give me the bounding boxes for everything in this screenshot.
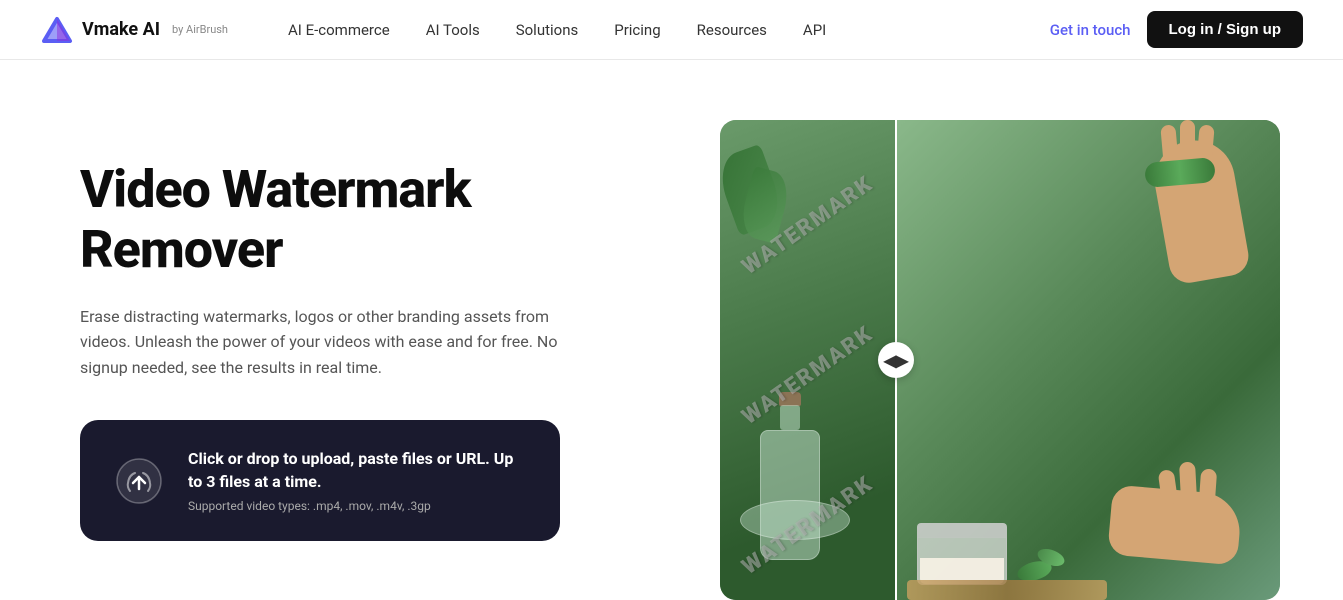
image-before: WATERMARK WATERMARK WATERMARK: [720, 120, 895, 600]
navbar: Vmake AI by AirBrush AI E-commerce AI To…: [0, 0, 1343, 60]
left-panel: Video Watermark Remover Erase distractin…: [80, 120, 660, 541]
logo-text: Vmake AI: [82, 19, 160, 40]
login-signup-button[interactable]: Log in / Sign up: [1147, 11, 1303, 48]
upload-sub-text: Supported video types: .mp4, .mov, .m4v,…: [188, 499, 528, 513]
logo-icon: [40, 13, 74, 47]
image-after: [897, 120, 1280, 600]
hands-decoration: [1140, 140, 1260, 340]
main-content: Video Watermark Remover Erase distractin…: [0, 60, 1343, 600]
jar-decoration: [917, 523, 1007, 585]
logo[interactable]: Vmake AI by AirBrush: [40, 13, 228, 47]
nav-solutions[interactable]: Solutions: [516, 21, 579, 39]
upload-icon-wrap: [112, 454, 166, 508]
second-hand-decoration: [1110, 460, 1270, 560]
nav-ai-ecommerce[interactable]: AI E-commerce: [288, 21, 390, 39]
get-in-touch-link[interactable]: Get in touch: [1050, 21, 1131, 39]
nav-pricing[interactable]: Pricing: [614, 21, 660, 39]
nav-actions: Get in touch Log in / Sign up: [1050, 11, 1303, 48]
upload-text-area: Click or drop to upload, paste files or …: [188, 448, 528, 513]
upload-icon: [115, 457, 163, 505]
nav-resources[interactable]: Resources: [697, 21, 767, 39]
upload-box[interactable]: Click or drop to upload, paste files or …: [80, 420, 560, 541]
comparison-divider[interactable]: ◀▶: [895, 120, 897, 600]
hero-title: Video Watermark Remover: [80, 160, 660, 280]
logo-by: by AirBrush: [172, 23, 228, 36]
divider-arrows-icon: ◀▶: [884, 351, 909, 370]
nav-links: AI E-commerce AI Tools Solutions Pricing…: [288, 21, 1050, 39]
nav-ai-tools[interactable]: AI Tools: [426, 21, 480, 39]
upload-main-text: Click or drop to upload, paste files or …: [188, 448, 528, 493]
nav-api[interactable]: API: [803, 21, 826, 39]
hero-description: Erase distracting watermarks, logos or o…: [80, 304, 600, 381]
comparison-panel: WATERMARK WATERMARK WATERMARK ◀▶: [720, 120, 1280, 600]
divider-handle[interactable]: ◀▶: [878, 342, 914, 378]
